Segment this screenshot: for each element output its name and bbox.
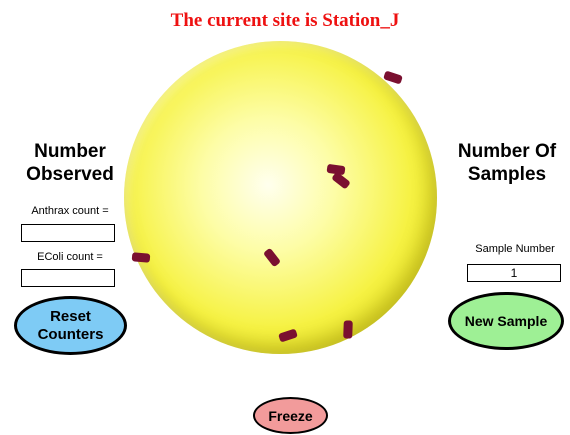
germ-specimen[interactable] bbox=[131, 252, 151, 263]
germ-specimen[interactable] bbox=[278, 328, 298, 343]
germ-specimen[interactable] bbox=[343, 320, 353, 339]
reset-counters-button[interactable]: Reset Counters bbox=[14, 296, 127, 355]
current-site-title: The current site is Station_J bbox=[170, 10, 400, 31]
button-label: Freeze bbox=[268, 407, 313, 424]
button-label: New Sample bbox=[464, 313, 548, 329]
button-label: Counters bbox=[37, 325, 104, 343]
germ-specimen[interactable] bbox=[331, 171, 351, 190]
heading-line: Number Of bbox=[457, 141, 557, 162]
heading-line: Number bbox=[34, 141, 106, 162]
heading-line: Samples bbox=[467, 164, 547, 185]
anthrax-count-field[interactable] bbox=[21, 224, 115, 242]
ecoli-count-label: EColi count = bbox=[37, 251, 103, 263]
heading-line: Observed bbox=[26, 164, 114, 185]
germ-specimen[interactable] bbox=[262, 247, 282, 268]
ecoli-count-field[interactable] bbox=[21, 269, 115, 287]
germ-specimen[interactable] bbox=[383, 70, 403, 85]
petri-dish[interactable] bbox=[124, 41, 437, 354]
new-sample-button[interactable]: New Sample bbox=[448, 292, 564, 350]
sample-number-label: Sample Number bbox=[475, 243, 555, 255]
number-of-samples-heading: Number Of Samples bbox=[437, 140, 570, 186]
button-label: Reset bbox=[50, 307, 91, 325]
anthrax-count-label: Anthrax count = bbox=[31, 205, 109, 217]
freeze-button[interactable]: Freeze bbox=[253, 397, 328, 434]
sample-number-field[interactable] bbox=[467, 264, 561, 282]
number-observed-heading: Number Observed bbox=[0, 140, 140, 186]
